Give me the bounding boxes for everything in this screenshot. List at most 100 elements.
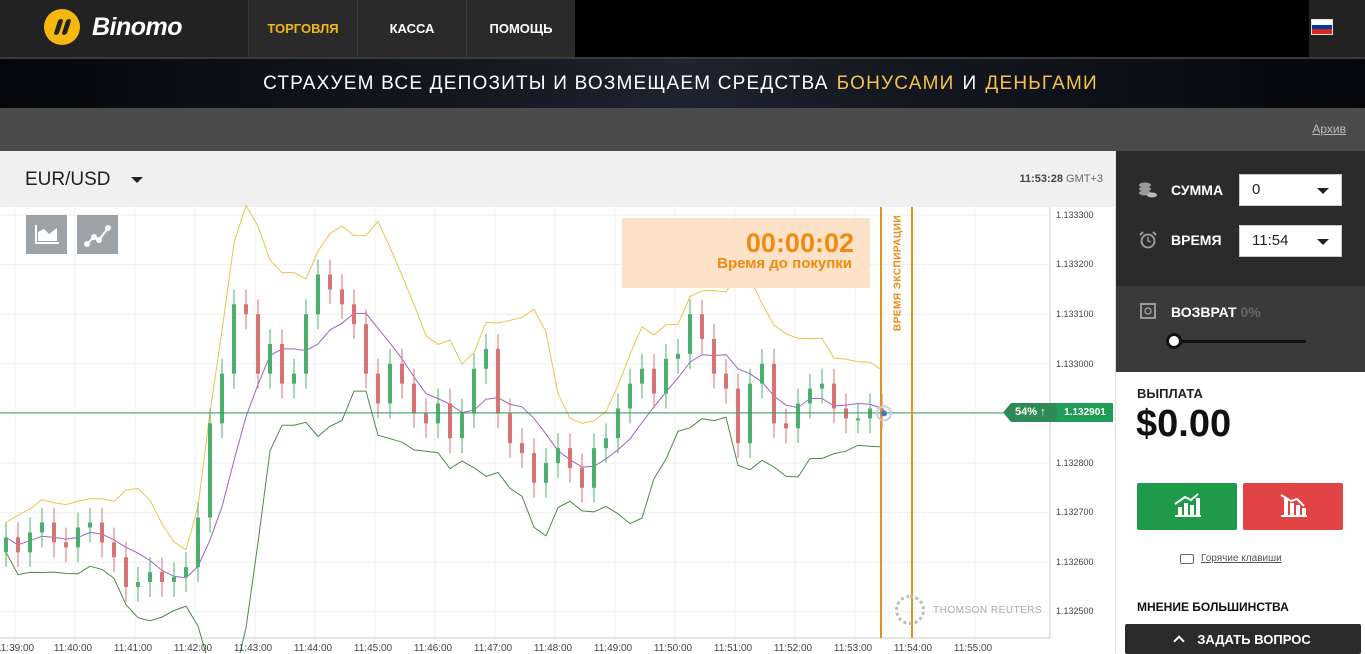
candle xyxy=(64,542,68,548)
nav-cashier[interactable]: КАССА xyxy=(357,0,466,57)
y-tick: 1.133100 xyxy=(1056,309,1094,319)
y-tick: 1.133300 xyxy=(1056,210,1094,220)
candle xyxy=(496,348,500,414)
y-tick: 1.132600 xyxy=(1056,557,1094,567)
candle xyxy=(760,363,764,384)
candle xyxy=(388,363,392,404)
candle xyxy=(652,368,656,394)
ask-question-button[interactable]: ЗАДАТЬ ВОПРОС xyxy=(1125,624,1361,654)
thomson-reuters-icon xyxy=(895,595,925,625)
candle xyxy=(784,423,788,429)
bollinger-middle xyxy=(5,312,883,579)
call-up-button[interactable] xyxy=(1137,483,1237,530)
candle xyxy=(160,572,164,583)
candle xyxy=(316,274,320,315)
return-slider-track[interactable] xyxy=(1173,340,1306,343)
candle xyxy=(88,522,92,528)
trend-down-icon xyxy=(1280,494,1307,517)
y-tick: 1.132800 xyxy=(1056,458,1094,468)
candle xyxy=(340,289,344,305)
candle xyxy=(484,348,488,369)
candle xyxy=(460,413,464,439)
x-tick: 11:51:00 xyxy=(713,643,753,654)
return-slider-handle[interactable] xyxy=(1166,333,1182,349)
y-tick: 1.133000 xyxy=(1056,359,1094,369)
candle xyxy=(808,388,812,404)
x-tick: 11:52:00 xyxy=(773,643,813,654)
archive-link[interactable]: Архив xyxy=(1312,122,1346,136)
candle xyxy=(244,304,248,315)
x-tick: 11:53:00 xyxy=(833,643,873,654)
put-down-button[interactable] xyxy=(1243,483,1343,530)
candle xyxy=(640,368,644,384)
current-price: 1.132901 xyxy=(1057,403,1113,422)
candle xyxy=(400,363,404,384)
data-provider-logo: THOMSON REUTERS xyxy=(895,595,1042,625)
candle xyxy=(208,423,212,518)
return-title: ВОЗВРАТ xyxy=(1171,304,1237,320)
banner-bonus: БОНУСАМИ xyxy=(836,72,955,94)
x-tick: 11:40:00 xyxy=(53,643,93,654)
return-label: ВОЗВРАТ 0% xyxy=(1171,304,1261,320)
x-tick: 11:50:00 xyxy=(653,643,693,654)
chevron-down-icon xyxy=(1317,188,1329,194)
candle xyxy=(796,403,800,429)
main-nav: ТОРГОВЛЯ КАССА ПОМОЩЬ xyxy=(248,0,575,57)
x-tick: 11:46:00 xyxy=(413,643,453,654)
nav-filler xyxy=(575,0,1309,57)
candle xyxy=(172,577,176,583)
candle xyxy=(4,537,8,553)
x-tick: 11:55:00 xyxy=(953,643,993,654)
candle xyxy=(412,383,416,414)
candle xyxy=(16,537,20,553)
x-tick: 11:45:00 xyxy=(353,643,393,654)
x-tick: 11:49:00 xyxy=(593,643,633,654)
brand-name: Binomo xyxy=(92,12,183,41)
time-value: 11:54 xyxy=(1252,232,1289,249)
candle xyxy=(136,582,140,587)
x-tick: 11:48:00 xyxy=(533,643,573,654)
y-tick: 1.132700 xyxy=(1056,507,1094,517)
candle xyxy=(700,314,704,339)
time-select[interactable]: 11:54 xyxy=(1239,225,1342,257)
candle xyxy=(712,339,716,374)
candle xyxy=(724,373,728,389)
nav-trading[interactable]: ТОРГОВЛЯ xyxy=(248,0,357,57)
promo-banner[interactable]: СТРАХУЕМ ВСЕ ДЕПОЗИТЫ И ВОЗМЕЩАЕМ СРЕДСТ… xyxy=(0,57,1365,108)
candle xyxy=(268,343,272,374)
candle xyxy=(148,572,152,583)
candle xyxy=(508,413,512,444)
x-tick: 11:54:00 xyxy=(893,643,933,654)
price-chart[interactable] xyxy=(0,151,1115,653)
amount-select[interactable]: 0 xyxy=(1239,174,1342,206)
candle xyxy=(76,527,80,548)
candle xyxy=(556,448,560,463)
time-label: ВРЕМЯ xyxy=(1171,232,1222,248)
indicators-icon xyxy=(84,225,111,247)
candle xyxy=(196,517,200,568)
hotkeys-link[interactable]: Горячие клавиши xyxy=(1180,553,1282,564)
chart-type-area-button[interactable] xyxy=(26,215,67,254)
russia-flag-icon[interactable] xyxy=(1311,19,1333,35)
chevron-down-icon xyxy=(1317,239,1329,245)
candle xyxy=(52,522,56,543)
nav-help[interactable]: ПОМОЩЬ xyxy=(466,0,575,57)
binomo-logo-icon xyxy=(44,9,80,45)
expiration-label: ВРЕМЯ ЭКСПИРАЦИИ xyxy=(888,213,908,333)
candle xyxy=(304,314,308,374)
indicators-button[interactable] xyxy=(77,215,118,254)
majority-badge: 54% ↑ xyxy=(1003,403,1059,422)
candle xyxy=(472,368,476,414)
candle xyxy=(40,522,44,533)
brand-logo[interactable]: Binomo xyxy=(44,9,183,45)
majority-opinion-title: МНЕНИЕ БОЛЬШИНСТВА xyxy=(1137,600,1289,614)
candle xyxy=(688,314,692,354)
alarm-clock-icon xyxy=(1139,231,1157,249)
purchase-countdown: 00:00:02 Время до покупки xyxy=(622,218,870,288)
candle xyxy=(448,403,452,439)
candle xyxy=(820,383,824,389)
x-tick: 11:47:00 xyxy=(473,643,513,654)
ask-question-label: ЗАДАТЬ ВОПРОС xyxy=(1197,631,1311,647)
candle xyxy=(568,448,572,468)
x-tick: 11:39:00 xyxy=(0,643,35,654)
